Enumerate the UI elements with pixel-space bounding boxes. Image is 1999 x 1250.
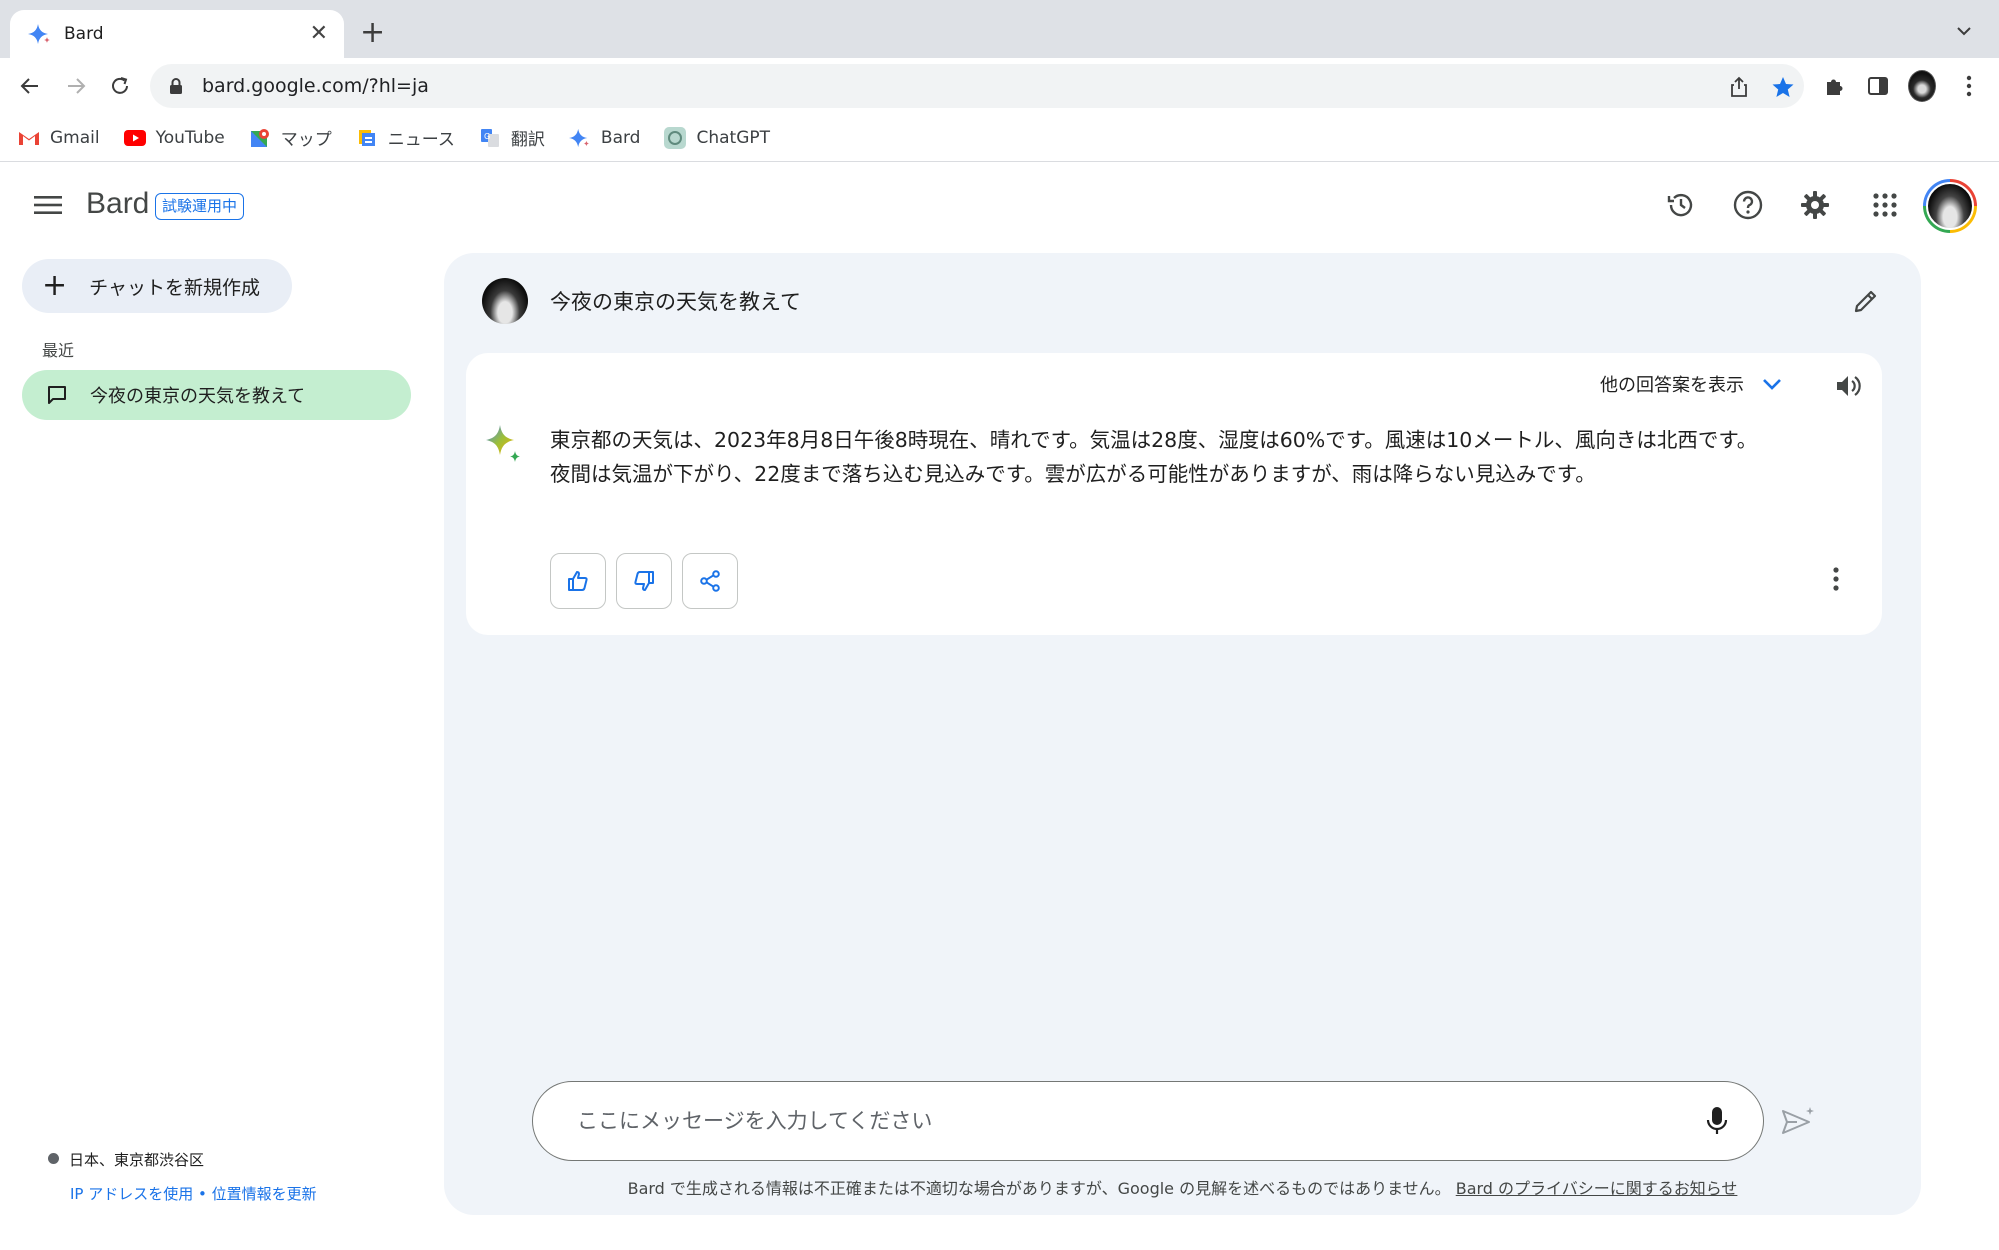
tab-close-icon[interactable]: ✕ — [310, 23, 328, 45]
svg-text:G: G — [484, 132, 490, 141]
bookmarks-bar: Gmail YouTube マップ ニュース G 翻訳 Bard ChatGPT — [0, 114, 1999, 162]
youtube-icon — [123, 127, 146, 149]
bookmark-label: ニュース — [387, 130, 455, 150]
thumbs-down-button[interactable] — [616, 553, 672, 609]
recent-chat-label: 今夜の東京の天気を教えて — [90, 386, 306, 407]
listen-speaker-icon[interactable] — [1832, 369, 1866, 403]
chevron-down-icon[interactable] — [1955, 22, 1973, 40]
browser-toolbar: bard.google.com/?hl=ja — [0, 58, 1999, 114]
menu-icon[interactable] — [34, 193, 62, 217]
location-label: 日本、東京都渋谷区 — [69, 1151, 205, 1169]
message-input[interactable] — [577, 1109, 1697, 1133]
response-line: 夜間は気温が下がり、22度まで落ち込む見込みです。雲が広がる可能性がありますが、… — [550, 462, 1596, 486]
response-card: 他の回答案を表示 東京都の天気は、2023年8月8日午後8時現在、晴れです。気温… — [466, 353, 1882, 635]
response-text: 東京都の天気は、2023年8月8日午後8時現在、晴れです。気温は28度、湿度は6… — [550, 423, 1870, 491]
reload-icon[interactable] — [106, 72, 134, 100]
chevron-down-icon — [1763, 379, 1781, 390]
chatgpt-icon — [664, 126, 687, 149]
user-prompt-row: 今夜の東京の天気を教えて — [482, 275, 1882, 327]
drafts-label: 他の回答案を表示 — [1600, 375, 1744, 396]
help-icon[interactable] — [1730, 187, 1766, 223]
link-separator: • — [193, 1185, 212, 1203]
tab-title: Bard — [64, 24, 104, 44]
lock-icon[interactable] — [168, 77, 184, 95]
tab-strip: Bard ✕ + — [0, 0, 1999, 58]
address-bar[interactable]: bard.google.com/?hl=ja — [150, 64, 1804, 108]
location-text: 日本、東京都渋谷区 — [48, 1149, 204, 1170]
thumbs-down-icon — [634, 571, 654, 591]
share-icon — [700, 570, 720, 592]
bookmark-translate[interactable]: G 翻訳 — [479, 125, 545, 150]
send-icon[interactable] — [1779, 1103, 1817, 1141]
bookmark-youtube[interactable]: YouTube — [123, 127, 225, 149]
bard-icon — [568, 127, 591, 149]
browser-menu-icon[interactable] — [1955, 72, 1983, 100]
user-avatar — [482, 278, 528, 324]
bookmark-label: Bard — [600, 127, 641, 148]
user-prompt-text: 今夜の東京の天気を教えて — [550, 290, 801, 314]
forward-icon[interactable] — [62, 72, 90, 100]
browser-tab[interactable]: Bard ✕ — [10, 10, 344, 58]
bookmark-maps[interactable]: マップ — [249, 125, 332, 150]
bookmark-label: ChatGPT — [696, 127, 771, 148]
bookmark-chatgpt[interactable]: ChatGPT — [664, 126, 771, 149]
maps-icon — [249, 127, 271, 149]
side-panel-icon[interactable] — [1864, 72, 1892, 100]
new-tab-icon[interactable]: + — [360, 18, 385, 48]
settings-gear-icon[interactable] — [1797, 187, 1833, 223]
thumbs-up-icon — [568, 571, 588, 591]
share-page-icon[interactable] — [1726, 74, 1752, 100]
disclaimer-text: Bard で生成される情報は不正確または不適切な場合がありますが、Google … — [444, 1175, 1921, 1199]
recent-heading: 最近 — [42, 341, 75, 360]
message-input-container — [532, 1081, 1764, 1161]
use-ip-link[interactable]: IP アドレスを使用 — [70, 1185, 193, 1203]
bookmark-star-icon[interactable] — [1770, 74, 1796, 100]
response-line: 東京都の天気は、2023年8月8日午後8時現在、晴れです。気温は28度、湿度は6… — [550, 428, 1758, 452]
new-chat-button[interactable]: + チャットを新規作成 — [22, 259, 292, 313]
experiment-badge: 試験運用中 — [155, 193, 245, 220]
bookmark-label: YouTube — [155, 127, 225, 148]
bookmark-label: マップ — [280, 130, 332, 150]
conversation-panel: 今夜の東京の天気を教えて 他の回答案を表示 東京都の天気は、2023年8月8日午… — [444, 253, 1921, 1215]
new-chat-label: チャットを新規作成 — [89, 276, 260, 299]
bookmark-label: Gmail — [50, 127, 100, 148]
app-logo[interactable]: Bard — [86, 187, 149, 221]
privacy-notice-link[interactable]: Bard のプライバシーに関するお知らせ — [1456, 1179, 1738, 1198]
thumbs-up-button[interactable] — [550, 553, 606, 609]
recent-chat-item[interactable]: 今夜の東京の天気を教えて — [22, 370, 411, 420]
bard-favicon-icon — [28, 24, 50, 44]
location-links: IP アドレスを使用 • 位置情報を更新 — [70, 1183, 317, 1204]
plus-icon: + — [42, 268, 68, 303]
apps-grid-icon[interactable] — [1867, 187, 1903, 223]
profile-avatar[interactable] — [1908, 70, 1936, 102]
bookmark-bard[interactable]: Bard — [568, 127, 641, 149]
app-bar: Bard 試験運用中 — [0, 163, 1999, 249]
bookmark-label: 翻訳 — [510, 130, 545, 150]
share-button[interactable] — [682, 553, 738, 609]
disclaimer-body: Bard で生成される情報は不正確または不適切な場合がありますが、Google … — [627, 1179, 1451, 1198]
translate-icon: G — [479, 127, 501, 149]
more-options-icon[interactable] — [1830, 563, 1842, 595]
gmail-icon — [18, 127, 40, 149]
bookmark-news[interactable]: ニュース — [356, 125, 455, 150]
sidebar: + チャットを新規作成 最近 今夜の東京の天気を教えて 日本、東京都渋谷区 IP… — [0, 249, 440, 1250]
bookmark-gmail[interactable]: Gmail — [18, 127, 100, 149]
url-text[interactable]: bard.google.com/?hl=ja — [202, 75, 1804, 97]
back-icon[interactable] — [16, 72, 44, 100]
location-dot-icon — [48, 1153, 59, 1164]
account-avatar[interactable] — [1923, 179, 1977, 233]
update-location-link[interactable]: 位置情報を更新 — [212, 1185, 317, 1203]
edit-pencil-icon[interactable] — [1850, 285, 1882, 317]
news-icon — [356, 127, 378, 149]
chat-bubble-icon — [48, 386, 66, 404]
microphone-icon[interactable] — [1697, 1101, 1737, 1141]
bard-sparkle-icon — [486, 425, 520, 462]
extensions-icon[interactable] — [1820, 72, 1848, 100]
view-drafts-button[interactable]: 他の回答案を表示 — [1600, 371, 1782, 397]
history-icon[interactable] — [1663, 187, 1699, 223]
